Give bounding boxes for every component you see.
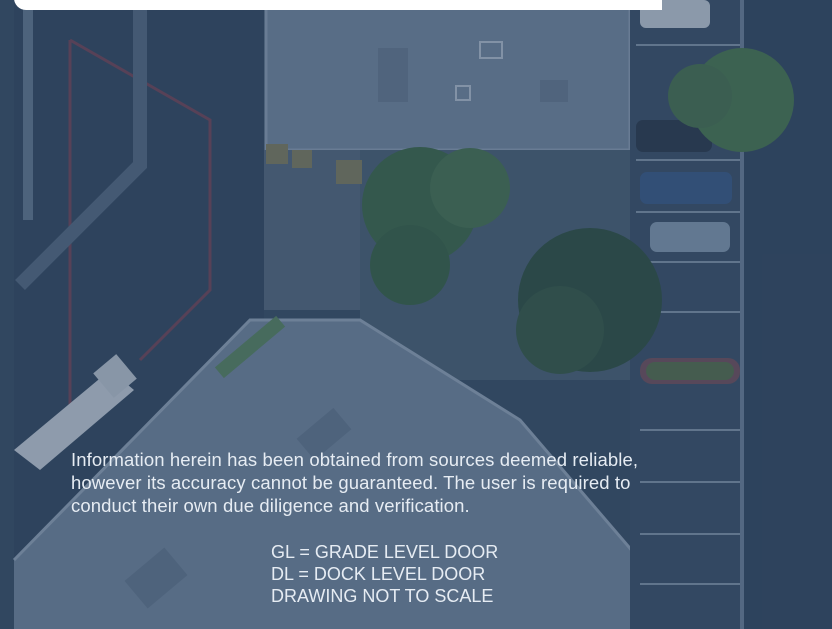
top-white-tab (14, 0, 662, 10)
disclaimer-text: Information herein has been obtained fro… (71, 448, 791, 517)
aerial-site-photo-panel: Information herein has been obtained fro… (0, 0, 832, 629)
legend-scale-note: DRAWING NOT TO SCALE (271, 586, 494, 606)
disclaimer-line-1: Information herein has been obtained fro… (71, 449, 639, 470)
blue-tint-overlay (0, 0, 832, 629)
disclaimer-line-2: however its accuracy cannot be guarantee… (71, 472, 631, 493)
disclaimer-line-3: conduct their own due diligence and veri… (71, 495, 470, 516)
legend-grade-level: GL = GRADE LEVEL DOOR (271, 542, 499, 562)
door-legend: GL = GRADE LEVEL DOOR DL = DOCK LEVEL DO… (271, 541, 498, 607)
legend-dock-level: DL = DOCK LEVEL DOOR (271, 564, 486, 584)
